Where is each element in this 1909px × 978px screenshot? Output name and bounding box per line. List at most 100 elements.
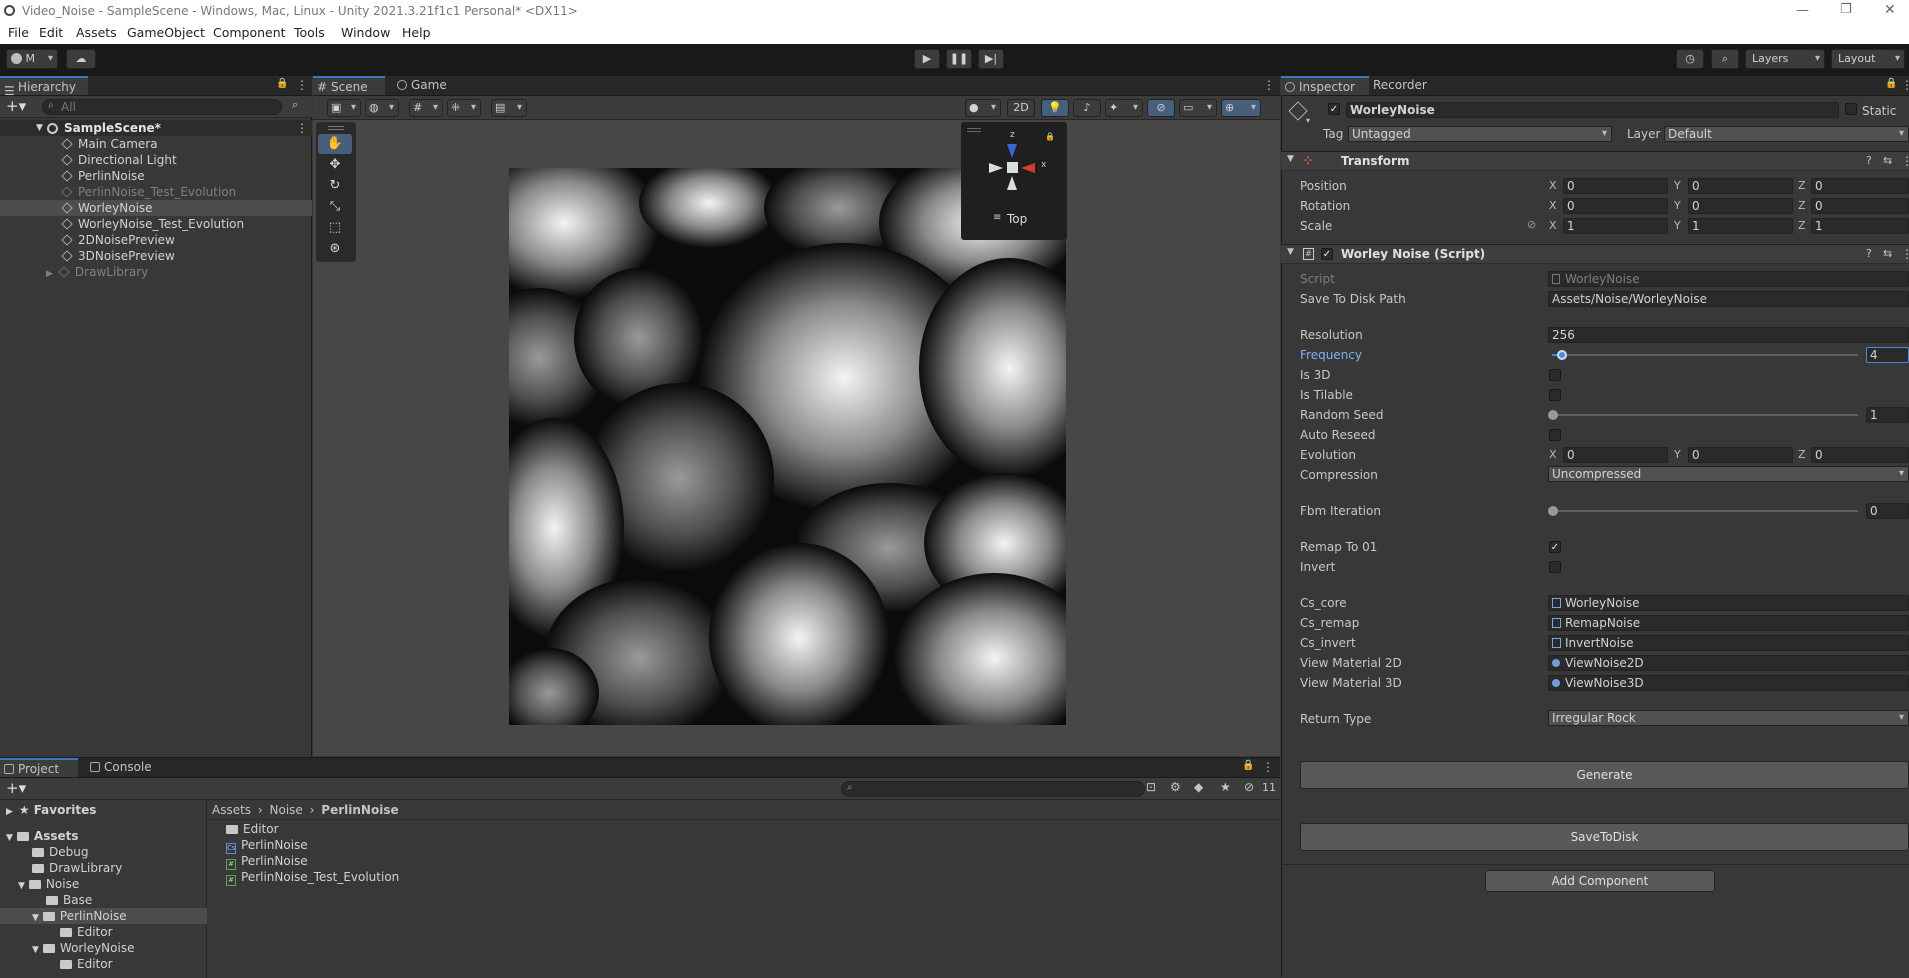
randomseed-field[interactable]: 1	[1866, 407, 1909, 423]
layout-dropdown[interactable]: Layout	[1831, 49, 1905, 69]
gizmo-center-cube[interactable]	[1007, 162, 1018, 173]
hierarchy-item-perlinnoise[interactable]: PerlinNoise	[61, 168, 145, 184]
help-icon[interactable]: ?	[1866, 247, 1872, 260]
menu-edit[interactable]: Edit	[39, 22, 63, 44]
gizmo-z-cone[interactable]	[1007, 144, 1017, 158]
hierarchy-item-main-camera[interactable]: Main Camera	[61, 136, 158, 152]
hidden-objects-icon[interactable]: ⊘	[1147, 99, 1175, 117]
fbm-field[interactable]: 0	[1866, 503, 1909, 519]
cloud-button[interactable]: ☁	[66, 49, 96, 69]
object-name-field[interactable]: WorleyNoise	[1346, 102, 1839, 118]
hierarchy-item-worleynoise-test-evolution[interactable]: WorleyNoise_Test_Evolution	[61, 216, 244, 232]
camera-dropdown[interactable]: ▭	[1179, 99, 1217, 117]
hierarchy-item-directional-light[interactable]: Directional Light	[61, 152, 177, 168]
scale-tool-icon[interactable]: ⤡	[318, 197, 352, 217]
position-y-field[interactable]: 0	[1688, 178, 1793, 194]
gizmo-lock-icon[interactable]: 🔒	[1045, 132, 1055, 141]
evolution-y-field[interactable]: 0	[1688, 447, 1793, 463]
rect-tool-icon[interactable]: ⬚	[318, 218, 352, 238]
compression-dropdown[interactable]: Uncompressed	[1548, 466, 1909, 482]
tab-recorder[interactable]: Recorder	[1373, 76, 1453, 95]
menu-window[interactable]: Window	[341, 22, 390, 44]
script-enabled-checkbox[interactable]: ✓	[1321, 248, 1333, 260]
hierarchy-item-3dnoisepreview[interactable]: 3DNoisePreview	[61, 248, 175, 264]
rotate-tool-icon[interactable]: ↻	[318, 176, 352, 196]
fbm-slider[interactable]	[1548, 503, 1858, 519]
search-by-label-icon[interactable]: ⚙	[1170, 780, 1181, 794]
search-filter-icon[interactable]: ⌕	[292, 98, 298, 112]
create-button[interactable]: +▾	[6, 779, 26, 797]
tag-dropdown[interactable]: Untagged	[1348, 126, 1612, 142]
position-x-field[interactable]: 0	[1563, 178, 1668, 194]
toggle-2d-button[interactable]: 2D	[1007, 99, 1035, 117]
position-z-field[interactable]: 0	[1811, 178, 1909, 194]
orientation-gizmo[interactable]: 🔒 z x ≡ Top	[961, 122, 1067, 240]
resolution-field[interactable]: 256	[1548, 327, 1909, 343]
favorite-icon[interactable]: ★	[1220, 780, 1231, 794]
minimize-button[interactable]: —	[1796, 0, 1809, 22]
presets-icon[interactable]: ⇆	[1883, 154, 1892, 167]
overlay-handle[interactable]	[328, 126, 344, 130]
expand-arrow-icon[interactable]: ▶	[6, 807, 13, 817]
hierarchy-item-2dnoisepreview[interactable]: 2DNoisePreview	[61, 232, 175, 248]
remap-checkbox[interactable]: ✓	[1549, 541, 1561, 553]
tab-hierarchy[interactable]: ☰ Hierarchy	[0, 76, 88, 98]
expand-arrow-icon[interactable]: ▼	[36, 120, 43, 136]
search-icon[interactable]: ⌕	[1711, 49, 1739, 69]
global-dropdown[interactable]: ◍	[365, 99, 399, 117]
tree-debug[interactable]: Debug	[32, 844, 88, 860]
menu-gameobject[interactable]: GameObject	[127, 22, 205, 44]
hand-tool-icon[interactable]: ✋	[318, 134, 352, 154]
breadcrumb-assets[interactable]: Assets	[212, 803, 251, 817]
label-icon[interactable]: ◆	[1194, 780, 1203, 794]
more-menu-icon[interactable]: ⋮	[296, 78, 308, 92]
file-editor-folder[interactable]: Editor	[226, 821, 279, 837]
add-component-button[interactable]: Add Component	[1485, 870, 1715, 892]
evolution-z-field[interactable]: 0	[1811, 447, 1909, 463]
lock-icon[interactable]: 🔒	[1885, 78, 1897, 89]
invert-checkbox[interactable]	[1549, 561, 1561, 573]
account-dropdown[interactable]: M	[6, 49, 58, 69]
scene-menu-icon[interactable]: ⋮	[296, 120, 308, 136]
menu-file[interactable]: File	[8, 22, 29, 44]
tree-worleynoise[interactable]: ▼ WorleyNoise	[32, 940, 134, 956]
create-button[interactable]: +▾	[6, 97, 26, 115]
more-menu-icon[interactable]: ⋮	[1901, 78, 1909, 92]
audio-toggle-icon[interactable]: ♪	[1073, 99, 1101, 117]
step-button[interactable]: ▶|	[978, 49, 1004, 69]
tab-game[interactable]: Game	[393, 76, 461, 95]
scale-z-field[interactable]: 1	[1811, 218, 1909, 234]
static-checkbox[interactable]	[1845, 103, 1857, 115]
collapse-arrow-icon[interactable]: ▶	[46, 269, 53, 279]
gizmo-neg-z-cone[interactable]	[1007, 176, 1017, 190]
restore-button[interactable]: ❐	[1840, 0, 1852, 21]
pause-button[interactable]: ❚❚	[946, 49, 972, 69]
fbm-slider-knob[interactable]	[1548, 506, 1558, 516]
hierarchy-item-worleynoise[interactable]: WorleyNoise	[61, 200, 153, 216]
gizmos-dropdown[interactable]: ⊕	[1221, 99, 1261, 117]
is3d-checkbox[interactable]	[1549, 369, 1561, 381]
tab-console[interactable]: Console	[86, 758, 164, 777]
menu-assets[interactable]: Assets	[76, 22, 117, 44]
gizmo-neg-x-cone[interactable]	[989, 163, 1003, 173]
istilable-checkbox[interactable]	[1549, 389, 1561, 401]
grid-snap-dropdown[interactable]: #	[409, 99, 443, 117]
shading-mode-dropdown[interactable]: ●	[965, 99, 1001, 117]
hierarchy-item-drawlibrary[interactable]: ▶ DrawLibrary	[46, 264, 148, 280]
help-icon[interactable]: ?	[1866, 154, 1872, 167]
tree-perlin-editor[interactable]: Editor	[60, 924, 113, 940]
presets-icon[interactable]: ⇆	[1883, 247, 1892, 260]
more-menu-icon[interactable]: ⋮	[1262, 760, 1274, 774]
frequency-slider-knob[interactable]	[1557, 350, 1567, 360]
gizmo-menu-icon[interactable]: ≡	[993, 212, 1001, 223]
search-by-type-icon[interactable]: ⊡	[1146, 780, 1156, 794]
project-search-input[interactable]: ⌕	[841, 781, 1145, 797]
menu-help[interactable]: Help	[402, 22, 431, 44]
scale-y-field[interactable]: 1	[1688, 218, 1793, 234]
tree-noise[interactable]: ▼ Noise	[18, 876, 79, 892]
effects-dropdown[interactable]: ✦	[1105, 99, 1143, 117]
rotation-x-field[interactable]: 0	[1563, 198, 1668, 214]
play-button[interactable]: ▶	[914, 49, 940, 69]
tab-project[interactable]: Project	[0, 758, 78, 777]
foldout-arrow-icon[interactable]: ▼	[1287, 247, 1294, 257]
